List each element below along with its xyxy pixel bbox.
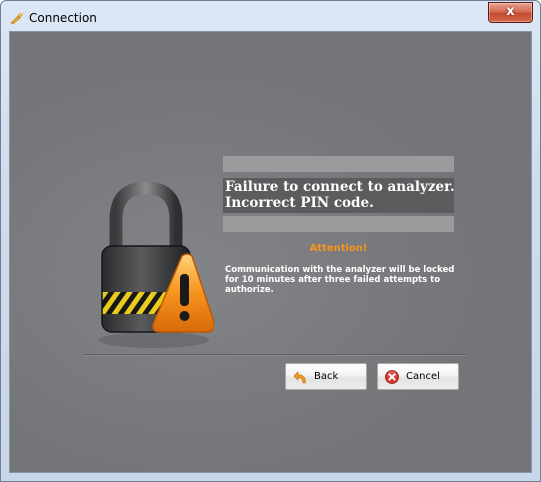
window-title: Connection bbox=[29, 11, 97, 25]
error-heading: Failure to connect to analyzer. Incorrec… bbox=[223, 178, 455, 213]
back-button-label: Back bbox=[314, 371, 339, 382]
heading-bottom-bar bbox=[223, 216, 454, 232]
cancel-button[interactable]: Cancel bbox=[377, 363, 459, 390]
back-button[interactable]: Back bbox=[285, 363, 367, 390]
dialog-content: Failure to connect to analyzer. Incorrec… bbox=[9, 31, 532, 473]
error-heading-line2: Incorrect PIN code. bbox=[225, 195, 374, 211]
heading-top-bar bbox=[223, 156, 454, 172]
button-divider bbox=[83, 354, 466, 356]
lockout-message: Communication with the analyzer will be … bbox=[225, 265, 455, 295]
title-bar[interactable]: Connection x bbox=[1, 1, 540, 30]
cancel-x-icon bbox=[385, 370, 399, 384]
connection-window: Connection x Failure to connect to analy… bbox=[0, 0, 541, 482]
close-icon: x bbox=[506, 4, 515, 19]
attention-label: Attention! bbox=[309, 243, 368, 254]
cancel-button-label: Cancel bbox=[406, 371, 440, 382]
close-button[interactable]: x bbox=[488, 2, 533, 23]
padlock-warning-icon bbox=[99, 182, 214, 348]
wrench-icon bbox=[10, 11, 24, 24]
back-arrow-icon bbox=[293, 371, 306, 384]
error-heading-line1: Failure to connect to analyzer. bbox=[225, 179, 455, 195]
